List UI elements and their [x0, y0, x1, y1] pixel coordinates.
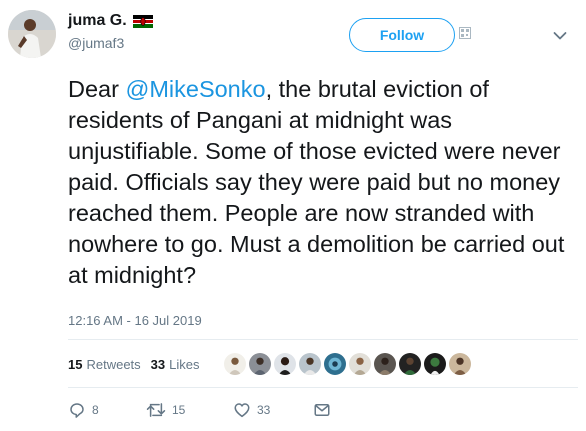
reply-icon: [70, 403, 84, 418]
mention-link[interactable]: @MikeSonko: [125, 76, 265, 102]
liker-avatars: [222, 352, 472, 376]
retweets-label: Retweets: [86, 356, 141, 372]
liker-avatar[interactable]: [222, 352, 247, 376]
tweet-actions: 8 15 33: [68, 401, 331, 419]
reply-button[interactable]: 8: [68, 401, 146, 419]
author-handle[interactable]: @jumaf3: [68, 35, 124, 51]
retweets-count: 15: [68, 356, 83, 372]
retweet-icon: [146, 403, 166, 417]
likes-label: Likes: [169, 356, 200, 372]
retweets-stat[interactable]: 15 Retweets: [68, 357, 141, 372]
author-avatar[interactable]: [8, 10, 56, 58]
liker-avatar[interactable]: [347, 352, 372, 376]
retweet-button[interactable]: 15: [146, 401, 233, 419]
liker-avatar[interactable]: [422, 352, 447, 376]
avatar-photo: [8, 10, 56, 58]
chevron-down-icon[interactable]: [553, 28, 567, 46]
qr-follow-icon[interactable]: [459, 26, 471, 44]
likes-count: 33: [150, 356, 166, 372]
direct-message-button[interactable]: [313, 401, 331, 419]
follow-button[interactable]: Follow: [349, 18, 455, 52]
tweet-text: Dear @MikeSonko, the brutal eviction of …: [68, 74, 578, 291]
stats-row: 15 Retweets 33 Likes: [68, 352, 472, 376]
liker-avatar[interactable]: [272, 352, 297, 376]
author-name-row: juma G.: [68, 12, 153, 30]
like-count: 33: [257, 403, 271, 417]
heart-icon: [234, 403, 250, 418]
author-display-name[interactable]: juma G.: [68, 12, 127, 30]
liker-avatar[interactable]: [247, 352, 272, 376]
liker-avatar[interactable]: [372, 352, 397, 376]
liker-avatar[interactable]: [447, 352, 472, 376]
tweet-text-before: Dear: [68, 76, 126, 102]
stats-divider-bottom: [68, 387, 578, 388]
reply-count: 8: [92, 403, 99, 417]
liker-avatar[interactable]: [397, 352, 422, 376]
likes-stat[interactable]: 33 Likes: [151, 357, 200, 372]
retweet-count: 15: [172, 403, 186, 417]
stats-divider-top: [68, 339, 578, 340]
tweet-timestamp[interactable]: 12:16 AM - 16 Jul 2019: [68, 313, 202, 328]
kenya-flag-icon: [132, 14, 153, 28]
like-button[interactable]: 33: [233, 401, 313, 419]
liker-avatar[interactable]: [297, 352, 322, 376]
liker-avatar[interactable]: [322, 352, 347, 376]
tweet-text-after: , the brutal eviction of residents of Pa…: [68, 76, 565, 288]
envelope-icon: [314, 404, 330, 416]
